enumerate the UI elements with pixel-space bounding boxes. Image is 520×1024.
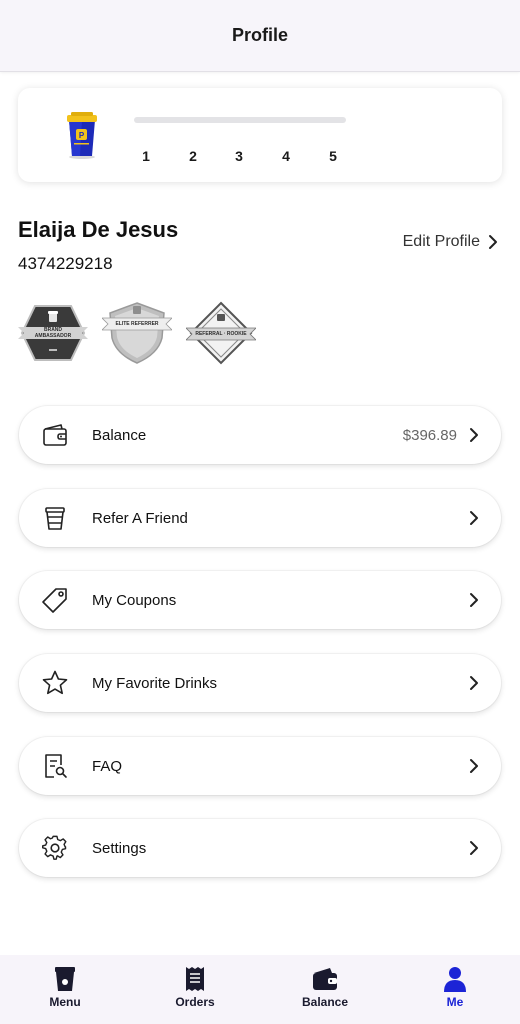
level-step-1: 1 — [142, 148, 150, 164]
cup-icon: P — [67, 112, 97, 159]
chevron-right-icon — [470, 676, 478, 690]
menu-label: FAQ — [92, 757, 123, 775]
nav-label: Balance — [301, 995, 349, 1009]
menu-item-settings[interactable]: Settings — [19, 819, 501, 877]
balance-amount: $396.89 — [402, 426, 457, 444]
chevron-right-icon — [470, 428, 478, 442]
nav-label: Menu — [49, 995, 81, 1009]
bottom-nav: Menu Orders Balance Me — [0, 955, 520, 1024]
level-card: P 1 2 3 4 5 — [18, 88, 502, 182]
level-step-2: 2 — [189, 148, 197, 164]
svg-text:P: P — [79, 131, 85, 140]
nav-tab-me[interactable]: Me — [390, 955, 520, 1024]
chevron-right-icon — [470, 511, 478, 525]
menu-item-refer-a-friend[interactable]: Refer A Friend — [19, 489, 501, 547]
badge-label-line1: Referral · Rookie — [195, 331, 247, 337]
wallet-icon — [313, 968, 337, 990]
menu-label: My Favorite Drinks — [92, 674, 218, 692]
chevron-right-icon — [470, 841, 478, 855]
menu-label: Refer A Friend — [92, 509, 188, 527]
nav-tab-balance[interactable]: Balance — [260, 955, 390, 1024]
level-step-5: 5 — [329, 148, 337, 164]
menu-item-faq[interactable]: FAQ — [19, 737, 501, 795]
badge-brand-ambassador[interactable]: Brand Ambassador — [18, 300, 88, 366]
nav-label: Me — [446, 995, 464, 1009]
document-search-icon — [45, 754, 67, 778]
nav-tab-menu[interactable]: Menu — [0, 955, 130, 1024]
coffee-cup-icon — [45, 507, 65, 530]
edit-profile-link[interactable]: Edit Profile — [403, 233, 498, 251]
menu-label: Settings — [92, 839, 147, 857]
chevron-right-icon — [489, 235, 497, 249]
coffee-cup-icon — [55, 967, 75, 991]
menu-item-my-coupons[interactable]: My Coupons — [19, 571, 501, 629]
star-icon — [42, 670, 68, 695]
chevron-right-icon — [470, 593, 478, 607]
level-step-4: 4 — [282, 148, 290, 164]
badge-elite-referrer[interactable]: Elite Referrer — [102, 300, 172, 366]
level-progress-bar — [134, 117, 346, 123]
chevron-right-icon — [470, 759, 478, 773]
menu-label: Balance — [92, 426, 147, 444]
badge-row: Brand Ambassador Elite Referrer Referral… — [18, 300, 256, 366]
level-step-3: 3 — [235, 148, 243, 164]
top-bar: Profile — [0, 0, 520, 72]
receipt-icon — [186, 967, 204, 991]
gear-icon — [41, 835, 67, 860]
person-icon — [444, 967, 466, 992]
badge-label-line1: Elite Referrer — [115, 321, 159, 327]
edit-profile-label: Edit Profile — [402, 233, 480, 250]
nav-label: Orders — [175, 995, 215, 1009]
menu-label: My Coupons — [92, 591, 177, 609]
menu-item-balance[interactable]: Balance $396.89 — [19, 406, 501, 464]
user-name: Elaija De Jesus — [18, 217, 179, 242]
wallet-icon — [43, 424, 67, 446]
badge-label-line2: Ambassador — [34, 333, 72, 339]
badge-referral-rookie[interactable]: Referral · Rookie — [186, 300, 256, 366]
nav-tab-orders[interactable]: Orders — [130, 955, 260, 1024]
page-title: Profile — [231, 25, 288, 45]
tag-icon — [42, 588, 67, 613]
menu-item-my-favorite-drinks[interactable]: My Favorite Drinks — [19, 654, 501, 712]
shield-badge-icon — [102, 302, 172, 364]
user-phone: 4374229218 — [18, 254, 113, 273]
